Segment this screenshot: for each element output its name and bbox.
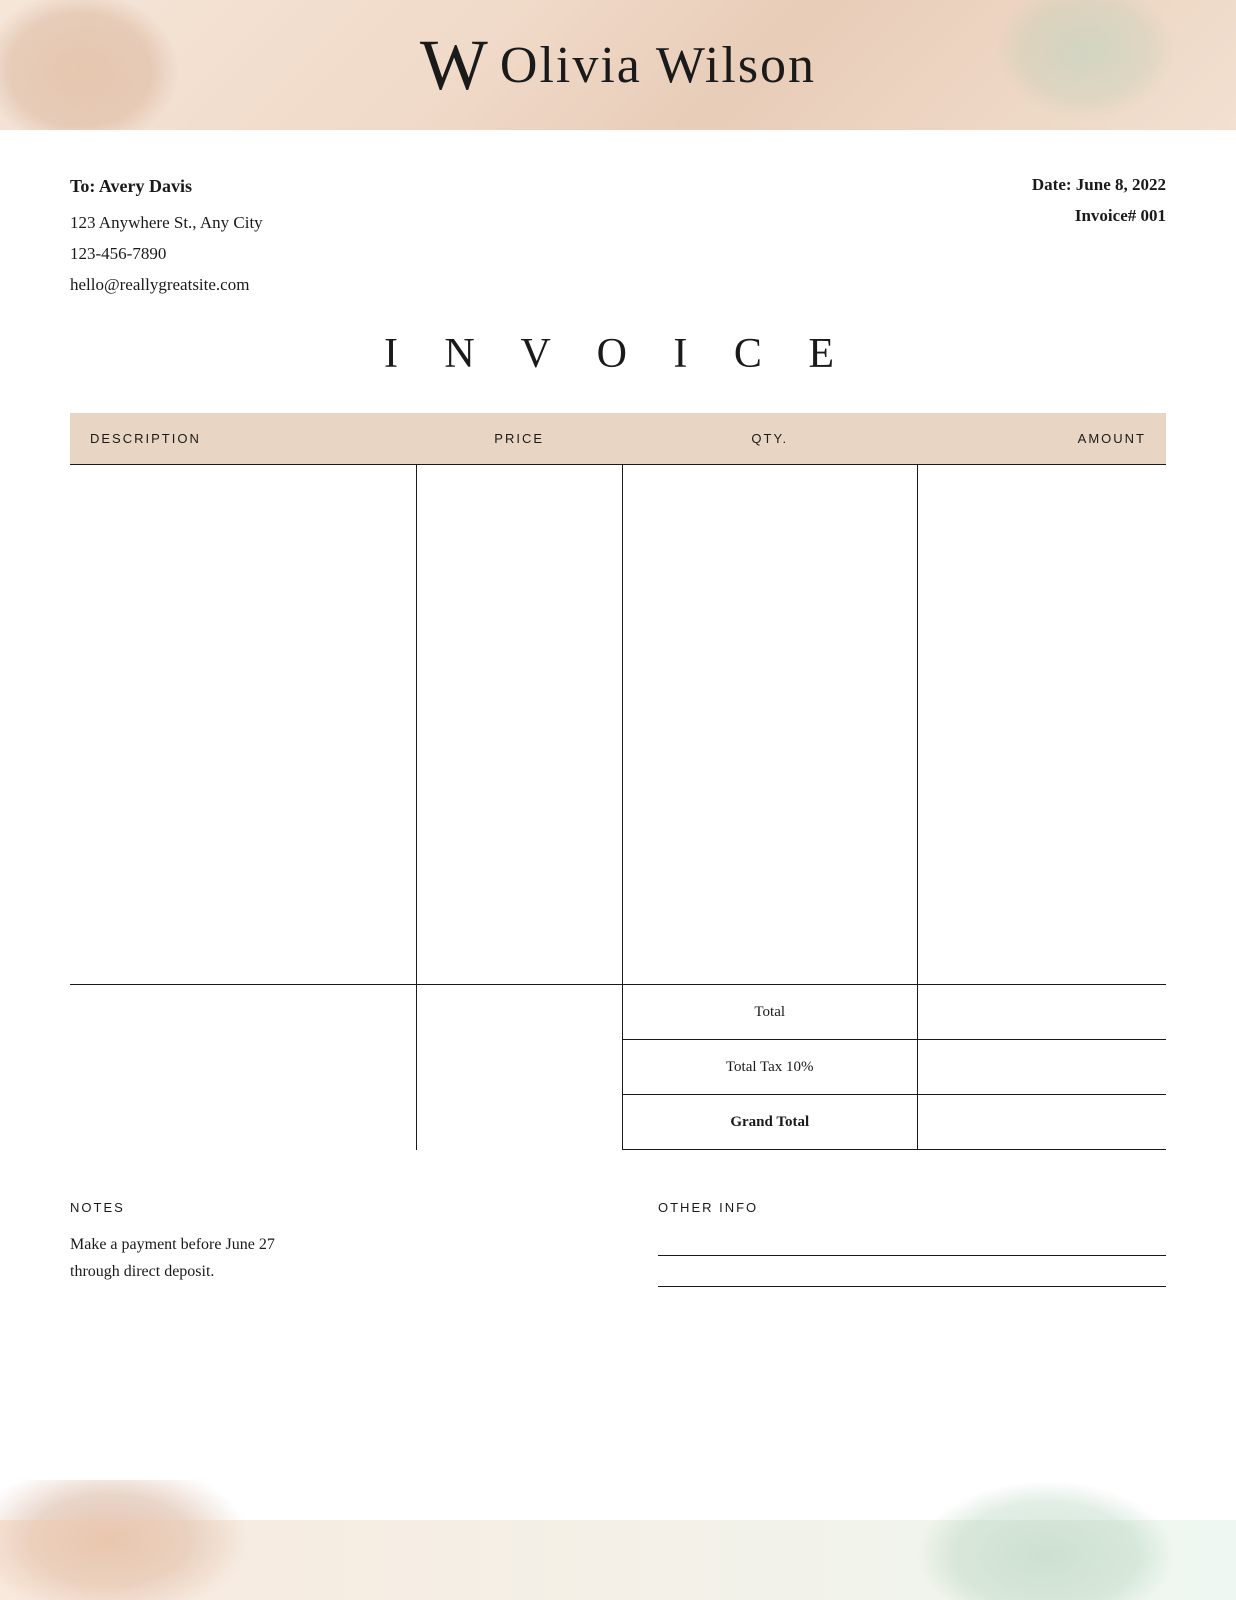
info-line-2 <box>658 1286 1166 1287</box>
total-tax-label: Total Tax 10% <box>622 1040 917 1095</box>
notes-title: NOTES <box>70 1200 578 1215</box>
empty-qty <box>622 465 917 985</box>
col-description: DESCRIPTION <box>70 413 416 465</box>
notes-text: Make a payment before June 27 through di… <box>70 1231 578 1285</box>
empty-data-row <box>70 465 1166 985</box>
brand-name: Olivia Wilson <box>500 36 816 95</box>
total-value <box>917 985 1166 1040</box>
brand-logo: W <box>420 29 488 101</box>
total-row: Total <box>70 985 1166 1040</box>
empty-amount <box>917 465 1166 985</box>
table-header-row: DESCRIPTION PRICE QTY. AMOUNT <box>70 413 1166 465</box>
total-tax-value <box>917 1040 1166 1095</box>
col-qty: QTY. <box>622 413 917 465</box>
header: W Olivia Wilson <box>0 0 1236 130</box>
billing-date: Date: June 8, 2022 Invoice# 001 <box>1032 170 1166 231</box>
info-line-1 <box>658 1255 1166 1256</box>
grand-total-label: Grand Total <box>622 1095 917 1150</box>
empty-price <box>416 465 622 985</box>
invoice-title-container: I N V O I C E <box>70 330 1166 378</box>
bottom-section: NOTES Make a payment before June 27 thro… <box>70 1200 1166 1357</box>
billing-to-name: To: Avery Davis <box>70 170 263 202</box>
empty-description <box>70 465 416 985</box>
billing-to: To: Avery Davis 123 Anywhere St., Any Ci… <box>70 170 263 300</box>
other-info-section: OTHER INFO <box>658 1200 1166 1317</box>
col-price: PRICE <box>416 413 622 465</box>
billing-address: 123 Anywhere St., Any City <box>70 208 263 239</box>
brand: W Olivia Wilson <box>420 29 816 101</box>
col-amount: AMOUNT <box>917 413 1166 465</box>
notes-line2: through direct deposit. <box>70 1263 214 1280</box>
footer-background <box>0 1520 1236 1600</box>
main-content: To: Avery Davis 123 Anywhere St., Any Ci… <box>0 130 1236 1397</box>
billing-row: To: Avery Davis 123 Anywhere St., Any Ci… <box>70 170 1166 300</box>
invoice-number: Invoice# 001 <box>1032 201 1166 232</box>
total-label: Total <box>622 985 917 1040</box>
total-empty-desc <box>70 985 416 1150</box>
date-line: Date: June 8, 2022 <box>1032 170 1166 201</box>
grand-total-value <box>917 1095 1166 1150</box>
notes-section: NOTES Make a payment before June 27 thro… <box>70 1200 578 1317</box>
other-info-title: OTHER INFO <box>658 1200 1166 1215</box>
total-empty-price <box>416 985 622 1150</box>
invoice-title: I N V O I C E <box>70 330 1166 378</box>
invoice-table: DESCRIPTION PRICE QTY. AMOUNT Total <box>70 413 1166 1150</box>
billing-phone: 123-456-7890 <box>70 239 263 270</box>
notes-line1: Make a payment before June 27 <box>70 1236 275 1253</box>
billing-email: hello@reallygreatsite.com <box>70 270 263 301</box>
footer <box>0 1480 1236 1600</box>
